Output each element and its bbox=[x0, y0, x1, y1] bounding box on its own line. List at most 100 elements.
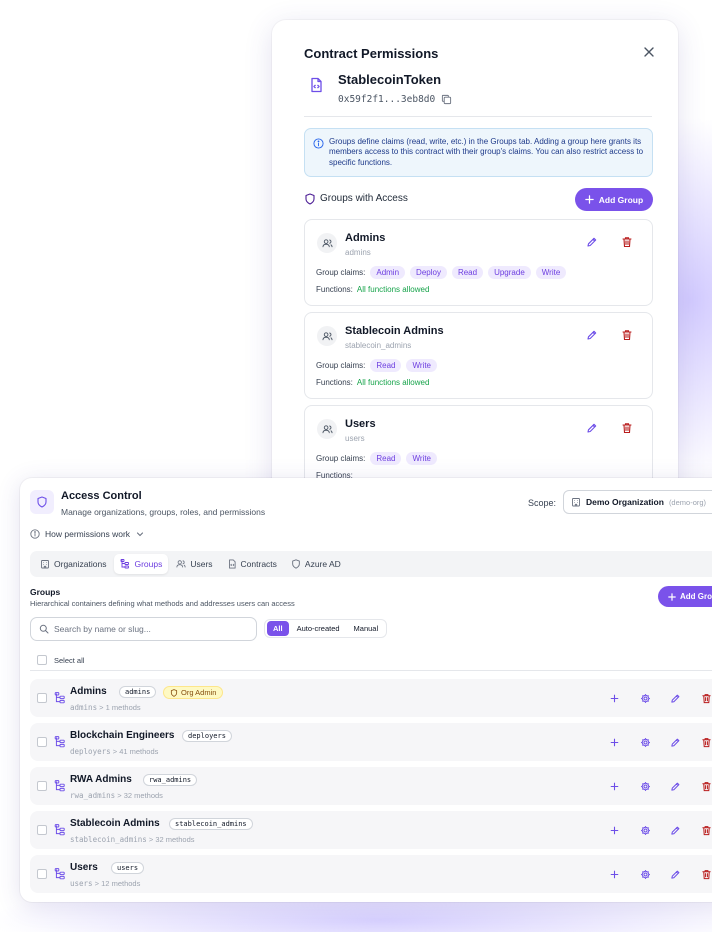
row-name: Blockchain Engineers bbox=[70, 730, 175, 741]
claim-pill: Admin bbox=[370, 266, 406, 279]
group-claims: Group claims: Read Write bbox=[316, 452, 438, 465]
edit-icon[interactable] bbox=[670, 781, 681, 792]
row-checkbox[interactable] bbox=[37, 737, 47, 747]
contract-name: StablecoinToken bbox=[338, 72, 442, 87]
table-row[interactable]: RWA Admins rwa_admins rwa_admins > 32 me… bbox=[30, 767, 712, 805]
table-row[interactable]: Admins admins Org Admin admins > 1 metho… bbox=[30, 679, 712, 717]
gear-icon[interactable] bbox=[640, 869, 651, 880]
edit-icon[interactable] bbox=[670, 737, 681, 748]
group-functions: Functions: All functions allowed bbox=[316, 285, 429, 294]
tab-groups[interactable]: Groups bbox=[114, 554, 169, 574]
gear-icon[interactable] bbox=[640, 825, 651, 836]
row-meta-slug: admins bbox=[70, 703, 98, 712]
functions-value: All functions allowed bbox=[356, 378, 430, 387]
claim-pill: Write bbox=[535, 266, 567, 279]
add-member-icon[interactable] bbox=[609, 737, 620, 748]
select-all[interactable]: Select all bbox=[37, 655, 84, 665]
add-group-label: Add Group bbox=[598, 194, 644, 205]
section-subtitle: Hierarchical containers defining what me… bbox=[30, 599, 295, 608]
table-row[interactable]: Stablecoin Admins stablecoin_admins stab… bbox=[30, 811, 712, 849]
contract-permissions-modal: Contract Permissions StablecoinToken 0x5… bbox=[272, 20, 678, 520]
edit-icon[interactable] bbox=[586, 236, 598, 248]
divider bbox=[30, 670, 712, 671]
edit-icon[interactable] bbox=[670, 825, 681, 836]
row-meta: deployers > 41 methods bbox=[70, 747, 159, 756]
tab-users[interactable]: Users bbox=[170, 554, 218, 574]
row-checkbox[interactable] bbox=[37, 693, 47, 703]
trash-icon[interactable] bbox=[701, 869, 712, 880]
search-input[interactable] bbox=[54, 624, 244, 634]
add-member-icon[interactable] bbox=[609, 869, 620, 880]
tab-label: Users bbox=[190, 559, 213, 569]
tab-label: Groups bbox=[134, 559, 163, 569]
tree-icon bbox=[120, 559, 130, 569]
row-checkbox[interactable] bbox=[37, 825, 47, 835]
gear-icon[interactable] bbox=[640, 693, 651, 704]
row-checkbox[interactable] bbox=[37, 869, 47, 879]
copy-icon[interactable] bbox=[441, 94, 452, 105]
group-claims-label: Group claims: bbox=[316, 268, 366, 277]
building-icon bbox=[40, 559, 50, 569]
edit-icon[interactable] bbox=[586, 329, 598, 341]
edit-icon[interactable] bbox=[670, 693, 681, 704]
trash-icon[interactable] bbox=[701, 781, 712, 792]
page-subtitle: Manage organizations, groups, roles, and… bbox=[61, 507, 266, 517]
gear-icon[interactable] bbox=[640, 781, 651, 792]
tab-label: Organizations bbox=[54, 559, 107, 569]
slug-pill: users bbox=[111, 862, 145, 874]
add-member-icon[interactable] bbox=[609, 693, 620, 704]
scope-label: Scope: bbox=[528, 498, 557, 508]
tab-azure-ad[interactable]: Azure AD bbox=[285, 554, 347, 574]
add-group-button[interactable]: Add Group bbox=[658, 586, 712, 607]
row-methods: 12 methods bbox=[101, 879, 141, 888]
trash-icon[interactable] bbox=[701, 693, 712, 704]
slug-pill: stablecoin_admins bbox=[169, 818, 253, 830]
gear-icon[interactable] bbox=[640, 737, 651, 748]
row-name: Users bbox=[70, 862, 98, 873]
claim-pill: Read bbox=[370, 359, 402, 372]
shield-icon bbox=[30, 490, 54, 514]
trash-icon[interactable] bbox=[621, 236, 633, 248]
users-icon bbox=[317, 326, 337, 346]
add-member-icon[interactable] bbox=[609, 825, 620, 836]
select-all-checkbox[interactable] bbox=[37, 655, 47, 665]
filter-auto-created[interactable]: Auto-created bbox=[291, 621, 346, 636]
search-box[interactable] bbox=[30, 617, 257, 641]
shield-icon bbox=[170, 688, 178, 697]
table-row[interactable]: Users users users > 12 methods bbox=[30, 855, 712, 893]
filter-all[interactable]: All bbox=[267, 621, 289, 636]
row-methods: 1 methods bbox=[105, 703, 141, 712]
trash-icon[interactable] bbox=[621, 329, 633, 341]
tab-label: Azure AD bbox=[304, 559, 341, 569]
group-claims-label: Group claims: bbox=[316, 361, 366, 370]
add-group-label: Add Group bbox=[680, 592, 712, 601]
table-row[interactable]: Blockchain Engineers deployers deployers… bbox=[30, 723, 712, 761]
tab-contracts[interactable]: Contracts bbox=[221, 554, 283, 574]
add-group-button[interactable]: Add Group bbox=[575, 188, 653, 211]
close-icon[interactable] bbox=[641, 44, 657, 60]
add-member-icon[interactable] bbox=[609, 781, 620, 792]
trash-icon[interactable] bbox=[701, 737, 712, 748]
edit-icon[interactable] bbox=[670, 869, 681, 880]
trash-icon[interactable] bbox=[621, 422, 633, 434]
slug-pill: admins bbox=[119, 686, 157, 698]
tree-icon bbox=[54, 824, 66, 836]
users-icon bbox=[176, 559, 186, 569]
how-permissions-toggle[interactable]: How permissions work bbox=[30, 529, 145, 539]
tab-organizations[interactable]: Organizations bbox=[34, 554, 112, 574]
badge-label: Org Admin bbox=[181, 688, 217, 697]
scope-select[interactable]: Demo Organization (demo-org) bbox=[563, 490, 712, 514]
trash-icon[interactable] bbox=[701, 825, 712, 836]
select-all-label: Select all bbox=[54, 655, 85, 665]
filter-manual[interactable]: Manual bbox=[348, 621, 385, 636]
section-title: Groups bbox=[30, 587, 61, 597]
claim-pill: Write bbox=[406, 452, 438, 465]
group-card-admins: Admins admins Group claims: Admin Deploy… bbox=[304, 219, 653, 306]
access-control-panel: Access Control Manage organizations, gro… bbox=[20, 478, 712, 902]
claim-pill: Read bbox=[370, 452, 402, 465]
group-slug: users bbox=[345, 434, 365, 443]
row-checkbox[interactable] bbox=[37, 781, 47, 791]
edit-icon[interactable] bbox=[586, 422, 598, 434]
group-claims: Group claims: Admin Deploy Read Upgrade … bbox=[316, 266, 567, 279]
claim-pill: Write bbox=[406, 359, 438, 372]
